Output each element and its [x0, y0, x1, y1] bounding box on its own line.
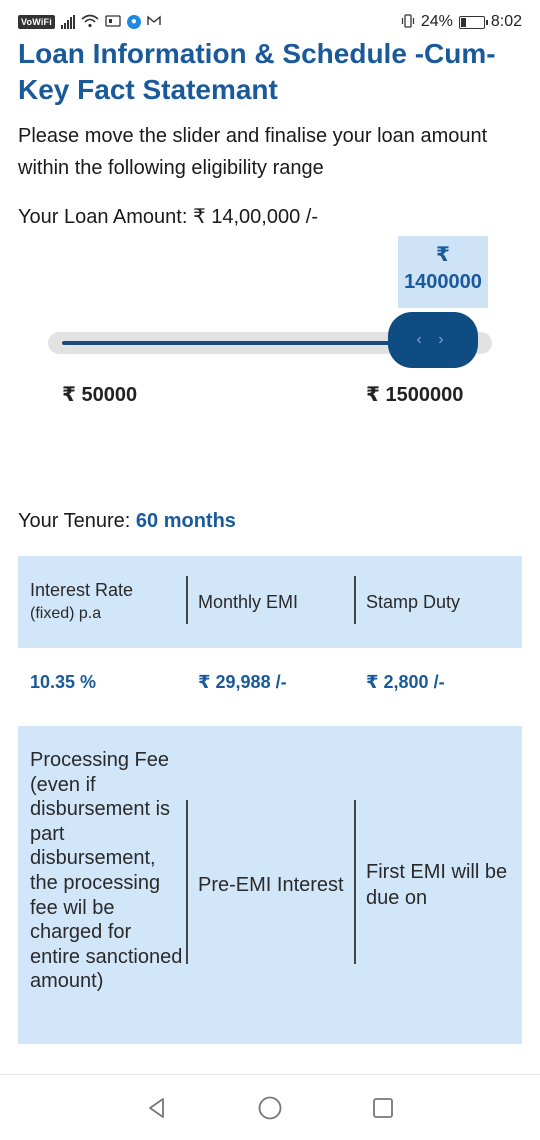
processing-fee-header: Processing Fee (even if disbursement is …: [30, 749, 183, 993]
interest-rate-header-sub: (fixed) p.a: [30, 605, 102, 622]
status-icons-right: 24% 8:02: [401, 13, 522, 31]
first-emi-date-header: First EMI will be due on: [354, 726, 522, 1044]
tenure-line: Your Tenure: 60 months: [18, 510, 236, 533]
vibrate-icon: [401, 13, 415, 31]
home-button[interactable]: [255, 1093, 285, 1123]
signal-icon: [60, 15, 75, 29]
recents-button[interactable]: [368, 1093, 398, 1123]
slider-max-label: ₹ 1500000: [366, 384, 464, 406]
slider-thumb[interactable]: ‹ ›: [388, 312, 478, 368]
stamp-duty-header: Stamp Duty: [354, 556, 522, 648]
wifi-icon: [81, 14, 99, 31]
battery-percent: 24%: [420, 13, 453, 30]
recents-icon: [373, 1097, 394, 1118]
loan-amount-slider: ₹ 1400000 ‹ › ₹ 50000 ₹ 1500000: [18, 236, 522, 416]
summary-table-values: 10.35 % ₹ 29,988 /- ₹ 2,800 /-: [18, 672, 522, 702]
clock: 8:02: [490, 13, 522, 30]
slider-min-label: ₹ 50000: [62, 384, 138, 406]
back-icon: [148, 1097, 164, 1118]
battery-icon: [458, 15, 488, 29]
interest-rate-value: 10.35 %: [30, 672, 97, 692]
stamp-duty-value: ₹ 2,800 /-: [366, 672, 445, 692]
home-icon: [258, 1096, 282, 1119]
slider-fill: [62, 341, 402, 345]
interest-rate-header: Interest Rate (fixed) p.a: [18, 556, 186, 648]
loan-amount-value: ₹ 14,00,000 /-: [192, 206, 318, 228]
monthly-emi-value: ₹ 29,988 /-: [198, 672, 287, 692]
loan-amount-label: Your Loan Amount:: [18, 206, 188, 228]
slider-current-value: 1400000: [404, 271, 482, 293]
monthly-emi-header: Monthly EMI: [186, 556, 354, 648]
summary-table-header: Interest Rate (fixed) p.a Monthly EMI St…: [18, 556, 522, 648]
main-content: Loan Information & Schedule -Cum-Key Fac…: [18, 36, 522, 229]
loan-amount-line: Your Loan Amount: ₹ 14,00,000 /-: [18, 204, 522, 229]
status-icons-left: VoWiFi ●: [18, 14, 161, 31]
interest-rate-header-label: Interest Rate: [30, 580, 134, 600]
tenure-label: Your Tenure:: [18, 510, 131, 532]
vowifi-icon: VoWiFi: [18, 15, 55, 29]
back-button[interactable]: [142, 1093, 172, 1123]
fee-table-header: Processing Fee (even if disbursement is …: [18, 726, 522, 1044]
slider-value-bubble: ₹ 1400000: [398, 236, 488, 308]
intro-text: Please move the slider and finalise your…: [18, 125, 488, 179]
sim-icon: [105, 14, 121, 30]
gmail-icon: [147, 15, 161, 29]
shield-app-icon: ●: [126, 15, 141, 29]
rupee-icon: ₹: [436, 244, 450, 266]
tenure-value: 60 months: [135, 510, 236, 532]
pre-emi-interest-header: Pre-EMI Interest: [186, 726, 354, 1044]
page-title: Loan Information & Schedule -Cum-Key Fac…: [18, 38, 496, 105]
system-nav-bar: [0, 1074, 540, 1140]
